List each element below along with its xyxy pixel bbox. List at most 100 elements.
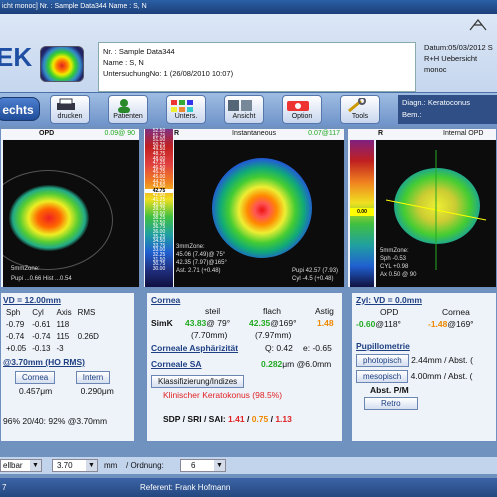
bottom-controls: ellbar ▼ 3.70 ▼ mm / Ordnung: 6 ▼ bbox=[0, 457, 497, 474]
date-block: Datum:05/03/2012 S R+H Uebersicht monoc bbox=[424, 42, 497, 75]
status-bar: 7 Referent: Frank Hofmann bbox=[0, 478, 497, 497]
klassifizierung-button[interactable]: Klassifizierung/Indizes bbox=[151, 375, 245, 388]
r2c2: -3 bbox=[56, 343, 64, 353]
brand-icon bbox=[469, 19, 487, 31]
opd-color-scale: 0.00 bbox=[350, 140, 374, 287]
print-button[interactable]: drucken bbox=[50, 95, 90, 124]
cylinder-panel: Zyl: VD = 0.0mm OPD Cornea -0.60@118° -1… bbox=[351, 292, 497, 442]
patient-nr: Nr. : Sample Data344 bbox=[103, 47, 175, 56]
printer-icon bbox=[57, 98, 75, 110]
simk-astig-value: 1.48 bbox=[317, 318, 334, 328]
opd-cyl-axis: @118° bbox=[375, 319, 401, 329]
simk-label: SimK bbox=[151, 318, 173, 328]
col-cornea: Cornea bbox=[442, 307, 470, 317]
col-astig: Astig bbox=[315, 306, 334, 316]
asph-e: e: -0.65 bbox=[303, 343, 332, 353]
display-mode-select[interactable]: ellbar ▼ bbox=[0, 459, 42, 472]
photopic-value: 2.44mm / Abst. ( bbox=[411, 355, 473, 365]
right-eye-label: R bbox=[378, 130, 384, 137]
opd-map-panel: OPD 0.09@ 90 5mmZone: Pupi ...0.66 Hist … bbox=[0, 128, 140, 288]
opd-map-header: OPD 0.09@ 90 bbox=[1, 129, 139, 139]
col-cyl: Cyl bbox=[32, 307, 44, 317]
date-label: Datum:05/03/2012 S bbox=[424, 43, 493, 52]
diameter-select[interactable]: 3.70 ▼ bbox=[52, 459, 98, 472]
app-logo: EK bbox=[0, 42, 33, 72]
view-button[interactable]: Ansicht bbox=[224, 95, 264, 124]
sai-value: 1.13 bbox=[275, 414, 292, 424]
cornea-button[interactable]: Cornea bbox=[15, 371, 56, 384]
exams-button[interactable]: Unters. bbox=[166, 95, 206, 124]
opd-zone-label: 5mmZone: bbox=[11, 266, 40, 272]
internal-opd-header: R Internal OPD bbox=[348, 129, 496, 139]
internal-opd-panel: R Internal OPD 0.00 5mmZone: Sph -0.53 C… bbox=[347, 128, 497, 288]
cornea-title: Cornea bbox=[151, 295, 181, 305]
asph-title: Corneale Asphärizität bbox=[151, 343, 239, 353]
r1c1: -0.74 bbox=[32, 331, 51, 341]
patients-label: Patienten bbox=[113, 113, 143, 120]
exams-label: Unters. bbox=[174, 113, 198, 120]
col-steil: steil bbox=[205, 306, 221, 316]
instantaneous-map-panel: R Instantaneous 0.07@117 52.50 51.75 51.00… bbox=[143, 128, 345, 288]
opd-map-image[interactable]: 5mmZone: Pupi ...0.66 Hist ...0.54 bbox=[3, 140, 139, 287]
diameter-value: 3.70 bbox=[57, 461, 73, 470]
retro-button[interactable]: Retro bbox=[364, 397, 418, 410]
tools-label: Tools bbox=[351, 113, 369, 120]
radius-flach: (7.97mm) bbox=[255, 330, 292, 340]
instantaneous-map-image[interactable]: 3mmZone: 45.06 (7.49)@ 75° 42.35 (7.97)@… bbox=[174, 140, 344, 287]
sri-value: 0.75 bbox=[251, 414, 269, 424]
instantaneous-header: R Instantaneous 0.07@117 bbox=[144, 129, 344, 139]
pupil-title: Pupillometrie bbox=[356, 341, 410, 351]
indices-row: SDP / SRI / SAI: 1.41 / 0.75 / 1.13 bbox=[163, 414, 292, 424]
internal-opd-image[interactable]: 5mmZone: Sph -0.53 CYL +0.98 Ax 0.50 @ 9… bbox=[376, 140, 496, 287]
r0c3 bbox=[75, 318, 102, 330]
options-button[interactable]: Option bbox=[282, 95, 322, 124]
opd-scale-cursor: 0.00 bbox=[350, 208, 374, 216]
center-zone-label: 3mmZone: bbox=[176, 244, 205, 250]
opd-foot-label: Pupi ...0.66 Hist ...0.54 bbox=[11, 276, 72, 282]
col-rms: RMS bbox=[77, 307, 96, 317]
col-opd: OPD bbox=[380, 307, 399, 317]
right-ax: Ax 0.50 @ 90 bbox=[380, 272, 417, 278]
col-sph: Sph bbox=[6, 307, 21, 317]
ordnung-value: 6 bbox=[191, 461, 196, 470]
r1c0: -0.74 bbox=[6, 331, 25, 341]
vd-label: VD = 12.00mm bbox=[3, 295, 61, 305]
center-astig: Ast. 2.71 (+0.48) bbox=[176, 268, 221, 274]
toolbar: echts drucken Patienten Unters. Ansicht … bbox=[0, 92, 497, 126]
photopic-button[interactable]: photopisch bbox=[356, 354, 409, 367]
right-zone-label: 5mmZone: bbox=[380, 248, 409, 254]
remark-label: Bem.: bbox=[402, 110, 422, 119]
acuity-label: 96% 20/40: 92% @3.70mm bbox=[3, 416, 108, 426]
intern-rms-value: 0.290μm bbox=[80, 386, 114, 396]
refraction-panel: VD = 12.00mm Sph Cyl Axis RMS -0.79 -0.61… bbox=[0, 292, 135, 442]
patient-info: Nr. : Sample Data344 Name : S, N Untersu… bbox=[98, 42, 416, 92]
r0c0: -0.79 bbox=[6, 319, 25, 329]
diameter-unit: mm bbox=[104, 461, 118, 470]
simk-steil-axis: @ 79° bbox=[206, 318, 231, 328]
abst-label: Abst. P/M bbox=[370, 385, 409, 395]
simk-flach-value: 42.35 bbox=[249, 318, 271, 328]
eye-selector-button[interactable]: echts bbox=[0, 97, 40, 121]
right-cyl: CYL +0.98 bbox=[380, 264, 409, 270]
intern-button[interactable]: Intern bbox=[75, 371, 111, 384]
r1c3: 0.26D bbox=[77, 331, 99, 341]
options-icon bbox=[287, 101, 309, 111]
klassifizierung-result: Klinischer Keratokonus (98.5%) bbox=[163, 390, 283, 400]
view-icon bbox=[228, 100, 252, 111]
sa-value: 0.282 bbox=[261, 359, 283, 369]
tools-button[interactable]: Tools bbox=[340, 95, 380, 124]
cornea-cyl-value: -1.48 bbox=[428, 319, 448, 329]
col-flach: flach bbox=[263, 306, 281, 316]
sdp-value: 1.41 bbox=[228, 414, 245, 424]
radius-steil: (7.70mm) bbox=[191, 330, 228, 340]
ordnung-select[interactable]: 6 ▼ bbox=[180, 459, 226, 472]
col-axis: Axis bbox=[56, 307, 72, 317]
chevron-down-icon: ▼ bbox=[214, 460, 225, 471]
mesopic-button[interactable]: mesopisch bbox=[356, 370, 409, 383]
center-steep-k: 45.06 (7.49)@ 75° bbox=[176, 252, 226, 258]
sdp-label: SDP / SRI / SAI: bbox=[163, 414, 226, 424]
print-label: drucken bbox=[57, 113, 83, 120]
opd-cyl-value: -0.60 bbox=[356, 319, 376, 329]
patients-button[interactable]: Patienten bbox=[108, 95, 148, 124]
internal-opd-title: Internal OPD bbox=[443, 130, 484, 137]
